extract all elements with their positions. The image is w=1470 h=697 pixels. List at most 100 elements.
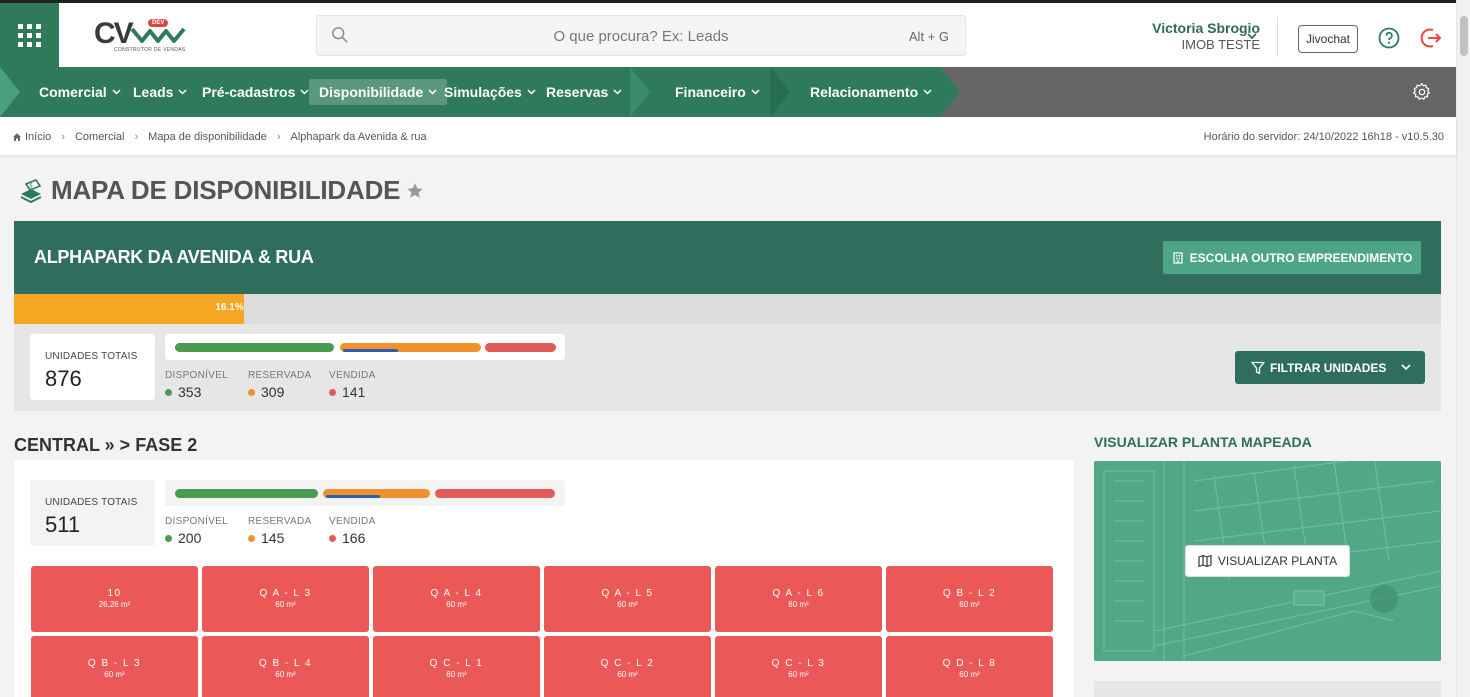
logo-subtitle: CONSTRUTOR DE VENDAS <box>114 47 186 53</box>
reserved-dot <box>248 534 255 542</box>
unit-area: 60 m² <box>788 670 809 679</box>
unit-area: 60 m² <box>617 670 638 679</box>
svg-text:$: $ <box>29 182 33 189</box>
unit-code: Q C - L 1 <box>429 658 484 669</box>
unit-card[interactable]: Q B - L 3 60 m² <box>31 636 198 697</box>
unit-card[interactable]: Q B - L 2 60 m² <box>886 566 1053 632</box>
unit-card[interactable]: Q A - L 4 60 m² <box>373 566 540 632</box>
unit-card[interactable]: Q A - L 3 60 m² <box>202 566 369 632</box>
chevron-down-icon <box>613 89 622 95</box>
unit-code: Q B - L 2 <box>942 588 997 599</box>
sold-label: VENDIDA <box>329 370 376 381</box>
nav-item-relacionamento[interactable]: Relacionamento <box>800 79 942 105</box>
reserved-stat: RESERVADA 309 <box>248 370 311 400</box>
filter-icon <box>1251 361 1265 374</box>
nav-label: Simulações <box>444 84 522 100</box>
unit-card[interactable]: Q D - L 8 60 m² <box>886 636 1053 697</box>
unit-card[interactable]: 10 26,26 m² <box>31 566 198 632</box>
unit-area: 26,26 m² <box>98 600 131 609</box>
unit-card[interactable]: Q A - L 5 60 m² <box>544 566 711 632</box>
unit-code: Q C - L 3 <box>771 658 826 669</box>
section-panel: UNIDADES TOTAIS 511 DISPONÍVEL 200 RESER… <box>14 460 1074 697</box>
nav-item-financeiro[interactable]: Financeiro <box>665 79 770 105</box>
nav-label: Comercial <box>39 84 107 100</box>
unit-card[interactable]: Q C - L 3 60 m² <box>715 636 882 697</box>
logo[interactable]: CV DEV CONSTRUTOR DE VENDAS <box>90 15 190 59</box>
section-title: CENTRAL » > FASE 2 <box>14 435 198 455</box>
enterprise-header: ALPHAPARK DA AVENIDA & RUA ESCOLHA OUTRO… <box>14 221 1441 294</box>
unit-code: Q A - L 6 <box>772 588 825 599</box>
top-header: CV DEV CONSTRUTOR DE VENDAS O que procur… <box>0 0 1456 67</box>
chevron-down-icon[interactable] <box>1246 31 1258 41</box>
section-available-value: 200 <box>178 530 202 546</box>
view-plan-button[interactable]: VISUALIZAR PLANTA <box>1185 545 1350 577</box>
section-reserved-stat: RESERVADA 145 <box>248 516 311 546</box>
unit-area: 60 m² <box>275 600 296 609</box>
logout-icon[interactable] <box>1419 26 1443 50</box>
section-sold-stat: VENDIDA 166 <box>329 516 376 546</box>
filter-units-button[interactable]: FILTRAR UNIDADES <box>1235 351 1425 384</box>
status-bars <box>165 334 565 360</box>
sold-dot <box>329 534 336 542</box>
map-icon <box>1198 554 1212 568</box>
site-plan-preview[interactable]: VISUALIZAR PLANTA <box>1094 461 1441 661</box>
unit-area: 60 m² <box>275 670 296 679</box>
logo-dev-badge: DEV <box>148 19 169 27</box>
nav-item-comercial[interactable]: Comercial <box>29 79 131 105</box>
server-time: Horário do servidor: 24/10/2022 16h18 - … <box>1203 131 1444 143</box>
breadcrumb-home[interactable]: Início <box>25 131 51 143</box>
logo-text: CV <box>94 17 134 50</box>
apps-menu-button[interactable] <box>0 3 59 67</box>
unit-card[interactable]: Q C - L 1 60 m² <box>373 636 540 697</box>
change-enterprise-button[interactable]: ESCOLHA OUTRO EMPREENDIMENTO <box>1163 241 1421 274</box>
building-icon <box>1173 251 1183 264</box>
nav-item-leads[interactable]: Leads <box>123 79 197 105</box>
section-reserved-label: RESERVADA <box>248 516 312 527</box>
page-title-row: $ MAPA DE DISPONIBILIDADE <box>18 175 424 206</box>
scrollbar-thumb[interactable] <box>1460 16 1468 56</box>
breadcrumb-mapa[interactable]: Mapa de disponibilidade <box>148 131 267 143</box>
unit-code: 10 <box>107 588 122 599</box>
help-icon[interactable] <box>1378 27 1400 49</box>
total-units-label: UNIDADES TOTAIS <box>45 351 138 362</box>
breadcrumb: Início › Comercial › Mapa de disponibili… <box>12 131 427 143</box>
page-scrollbar[interactable] <box>1456 0 1470 697</box>
section-sold-label: VENDIDA <box>329 516 376 527</box>
reserved-value: 309 <box>261 384 285 400</box>
gear-icon[interactable] <box>1412 82 1432 102</box>
unit-card[interactable]: Q A - L 6 60 m² <box>715 566 882 632</box>
unit-area: 60 m² <box>446 670 467 679</box>
section-available-label: DISPONÍVEL <box>165 516 229 527</box>
nav-item-disponibilidade[interactable]: Disponibilidade <box>309 79 448 105</box>
reserved-label: RESERVADA <box>248 370 312 381</box>
chevron-down-icon <box>1401 364 1411 371</box>
sales-progress-label: 16.1% <box>215 302 244 313</box>
nav-item-simulacoes[interactable]: Simulações <box>434 79 546 105</box>
unit-code: Q A - L 5 <box>601 588 654 599</box>
sales-progress: 16.1% <box>14 294 1441 324</box>
global-search[interactable]: O que procura? Ex: Leads Alt + G <box>316 15 966 56</box>
section-status-bars <box>165 480 565 506</box>
unit-code: Q A - L 3 <box>259 588 312 599</box>
nav-label: Disponibilidade <box>319 84 424 100</box>
header-divider <box>1277 17 1278 57</box>
jivochat-button[interactable]: Jivochat <box>1298 25 1358 53</box>
units-grid: 10 26,26 m² Q A - L 3 60 m² Q A - L 4 60 m²… <box>31 566 1053 697</box>
search-shortcut: Alt + G <box>908 29 949 44</box>
unit-card[interactable]: Q B - L 4 60 m² <box>202 636 369 697</box>
unit-code: Q D - L 8 <box>942 658 997 669</box>
section-available-bar <box>175 489 318 498</box>
user-menu[interactable]: Victoria Sbrogio IMOB TESTE <box>1100 20 1260 52</box>
breadcrumb-comercial[interactable]: Comercial <box>75 131 125 143</box>
breadcrumb-separator: › <box>134 131 139 143</box>
nav-item-reservas[interactable]: Reservas <box>536 79 632 105</box>
right-panel-card <box>1094 681 1441 697</box>
nav-item-pre-cadastros[interactable]: Pré-cadastros <box>192 79 319 105</box>
breadcrumb-bar: Início › Comercial › Mapa de disponibili… <box>0 117 1456 155</box>
chevron-down-icon <box>178 89 187 95</box>
star-icon[interactable] <box>406 182 424 200</box>
search-placeholder: O que procura? Ex: Leads <box>553 28 729 45</box>
section-available-stat: DISPONÍVEL 200 <box>165 516 228 546</box>
unit-card[interactable]: Q C - L 2 60 m² <box>544 636 711 697</box>
section-sold-value: 166 <box>342 530 366 546</box>
